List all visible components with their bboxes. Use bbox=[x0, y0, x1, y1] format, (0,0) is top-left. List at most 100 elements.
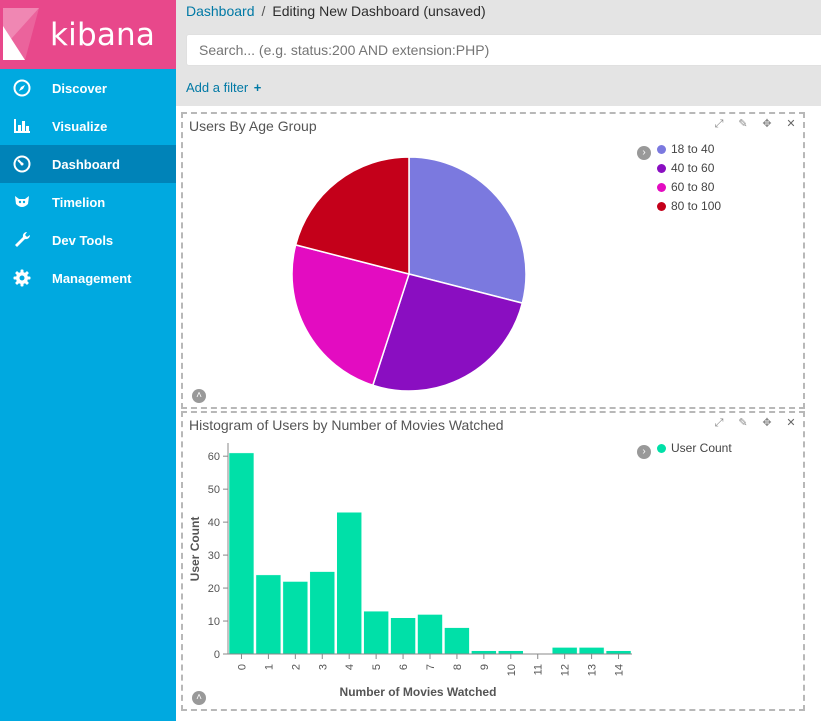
x-tick-label: 11 bbox=[533, 664, 545, 675]
histogram-bar[interactable] bbox=[309, 571, 335, 655]
x-tick-label: 0 bbox=[236, 664, 248, 670]
legend-swatch bbox=[657, 183, 666, 192]
sidebar-item-timelion[interactable]: Timelion bbox=[0, 183, 176, 221]
x-tick-label: 1 bbox=[263, 664, 275, 670]
add-filter-button[interactable]: Add a filter + bbox=[186, 80, 261, 95]
plus-icon: + bbox=[253, 80, 262, 95]
edit-pencil-icon[interactable]: ✎ bbox=[737, 417, 749, 429]
move-icon[interactable]: ✥ bbox=[761, 417, 773, 429]
x-tick-label: 2 bbox=[290, 664, 302, 670]
y-tick-label: 20 bbox=[208, 583, 220, 595]
histogram-bar[interactable] bbox=[336, 511, 362, 655]
x-tick-label: 4 bbox=[344, 664, 356, 670]
y-tick-label: 40 bbox=[208, 517, 220, 529]
x-tick-label: 13 bbox=[587, 664, 599, 676]
histogram-bar[interactable] bbox=[444, 627, 470, 655]
histogram-bar[interactable] bbox=[578, 647, 605, 655]
legend-swatch bbox=[657, 444, 666, 453]
legend-item[interactable]: 60 to 80 bbox=[657, 180, 721, 199]
x-tick-label: 9 bbox=[479, 664, 491, 670]
histogram-bar[interactable] bbox=[363, 610, 389, 655]
sidebar-item-discover[interactable]: Discover bbox=[0, 69, 176, 107]
y-tick-label: 30 bbox=[208, 550, 220, 562]
bar-chart: 01020304050600 1 2 3 4 5 6 7 8 9 10 11 12 13 14User Co… bbox=[188, 443, 632, 699]
legend-item[interactable]: 80 to 100 bbox=[657, 199, 721, 218]
close-icon[interactable]: ✕ bbox=[785, 118, 797, 130]
breadcrumb-dashboard-link[interactable]: Dashboard bbox=[186, 3, 255, 19]
panel-actions: ⤢ ✎ ✥ ✕ bbox=[713, 118, 797, 132]
x-tick-label: 8 bbox=[452, 664, 464, 670]
breadcrumb: Dashboard / Editing New Dashboard (unsaved… bbox=[186, 3, 486, 19]
top-bar: Dashboard / Editing New Dashboard (unsaved… bbox=[176, 0, 821, 106]
breadcrumb-current: Editing New Dashboard (unsaved) bbox=[272, 3, 486, 19]
histogram-bar[interactable] bbox=[417, 614, 443, 655]
search-input[interactable] bbox=[186, 34, 821, 66]
histogram-bar[interactable] bbox=[228, 452, 255, 655]
panel-actions: ⤢ ✎ ✥ ✕ bbox=[713, 417, 797, 431]
x-tick-label: 7 bbox=[425, 664, 437, 670]
legend-item[interactable]: User Count bbox=[657, 441, 732, 460]
expand-icon[interactable]: ⤢ bbox=[713, 417, 725, 429]
panel-histogram-movies: Histogram of Users by Number of Movies W… bbox=[181, 411, 805, 711]
sidebar-item-dashboard[interactable]: Dashboard bbox=[0, 145, 176, 183]
x-axis-title: Number of Movies Watched bbox=[340, 685, 497, 699]
panel-users-by-age-group: Users By Age Group ⤢ ✎ ✥ ✕ › 18 to 40 40 … bbox=[181, 112, 805, 409]
legend-label: 40 to 60 bbox=[671, 161, 715, 175]
legend-item[interactable]: 40 to 60 bbox=[657, 161, 721, 180]
edit-pencil-icon[interactable]: ✎ bbox=[737, 118, 749, 130]
sidebar-item-label: Dev Tools bbox=[52, 233, 114, 248]
histogram-bar[interactable] bbox=[390, 617, 416, 655]
sidebar-item-label: Visualize bbox=[52, 119, 108, 134]
close-icon[interactable]: ✕ bbox=[785, 417, 797, 429]
breadcrumb-separator: / bbox=[261, 3, 266, 19]
x-tick-label: 14 bbox=[614, 664, 626, 676]
legend-toggle-icon[interactable]: › bbox=[637, 445, 651, 459]
legend-swatch bbox=[657, 164, 666, 173]
x-tick-label: 5 bbox=[371, 664, 383, 670]
legend-toggle-icon[interactable]: › bbox=[637, 146, 651, 160]
gear-icon bbox=[13, 269, 31, 287]
brand-name: kibana bbox=[50, 17, 156, 53]
x-tick-label: 3 bbox=[317, 664, 329, 670]
x-tick-label: 12 bbox=[560, 664, 572, 676]
pie-legend: 18 to 40 40 to 60 60 to 80 80 to 100 bbox=[657, 142, 721, 218]
brand-header[interactable]: kibana bbox=[0, 0, 176, 69]
sidebar-item-dev-tools[interactable]: Dev Tools bbox=[0, 221, 176, 259]
y-tick-label: 50 bbox=[208, 484, 220, 496]
legend-label: 18 to 40 bbox=[671, 142, 715, 156]
move-icon[interactable]: ✥ bbox=[761, 118, 773, 130]
x-tick-label: 6 bbox=[398, 664, 410, 670]
legend-swatch bbox=[657, 202, 666, 211]
bar-chart-icon bbox=[14, 119, 30, 133]
bar-legend: User Count bbox=[657, 441, 732, 460]
x-tick-label: 10 bbox=[506, 664, 518, 676]
timelion-icon bbox=[15, 196, 29, 207]
histogram-bar[interactable] bbox=[282, 581, 309, 655]
kibana-logo-icon bbox=[3, 8, 39, 60]
y-tick-label: 10 bbox=[208, 616, 220, 628]
panel-title: Users By Age Group bbox=[189, 118, 317, 134]
legend-label: 80 to 100 bbox=[671, 199, 722, 213]
legend-label: User Count bbox=[671, 441, 732, 455]
histogram-bar[interactable] bbox=[255, 574, 282, 655]
sidebar-item-label: Management bbox=[52, 271, 132, 286]
gauge-icon bbox=[13, 155, 31, 173]
legend-item[interactable]: 18 to 40 bbox=[657, 142, 721, 161]
sidebar-item-label: Discover bbox=[52, 81, 107, 96]
legend-label: 60 to 80 bbox=[671, 180, 715, 194]
collapse-chevron-icon[interactable]: ˄ bbox=[192, 691, 206, 705]
y-tick-label: 60 bbox=[208, 451, 220, 463]
expand-icon[interactable]: ⤢ bbox=[713, 118, 725, 130]
sidebar-item-label: Dashboard bbox=[52, 157, 120, 172]
histogram-bar[interactable] bbox=[551, 647, 578, 655]
y-tick-label: 0 bbox=[214, 649, 220, 661]
sidebar-item-management[interactable]: Management bbox=[0, 259, 176, 297]
sidebar: kibana Discover Visualize Dashboard Time… bbox=[0, 0, 176, 721]
collapse-chevron-icon[interactable]: ˄ bbox=[192, 389, 206, 403]
legend-swatch bbox=[657, 145, 666, 154]
sidebar-item-visualize[interactable]: Visualize bbox=[0, 107, 176, 145]
sidebar-item-label: Timelion bbox=[52, 195, 106, 210]
add-filter-label: Add a filter bbox=[186, 80, 249, 95]
compass-icon bbox=[13, 79, 31, 97]
y-axis-title: User Count bbox=[188, 517, 202, 582]
